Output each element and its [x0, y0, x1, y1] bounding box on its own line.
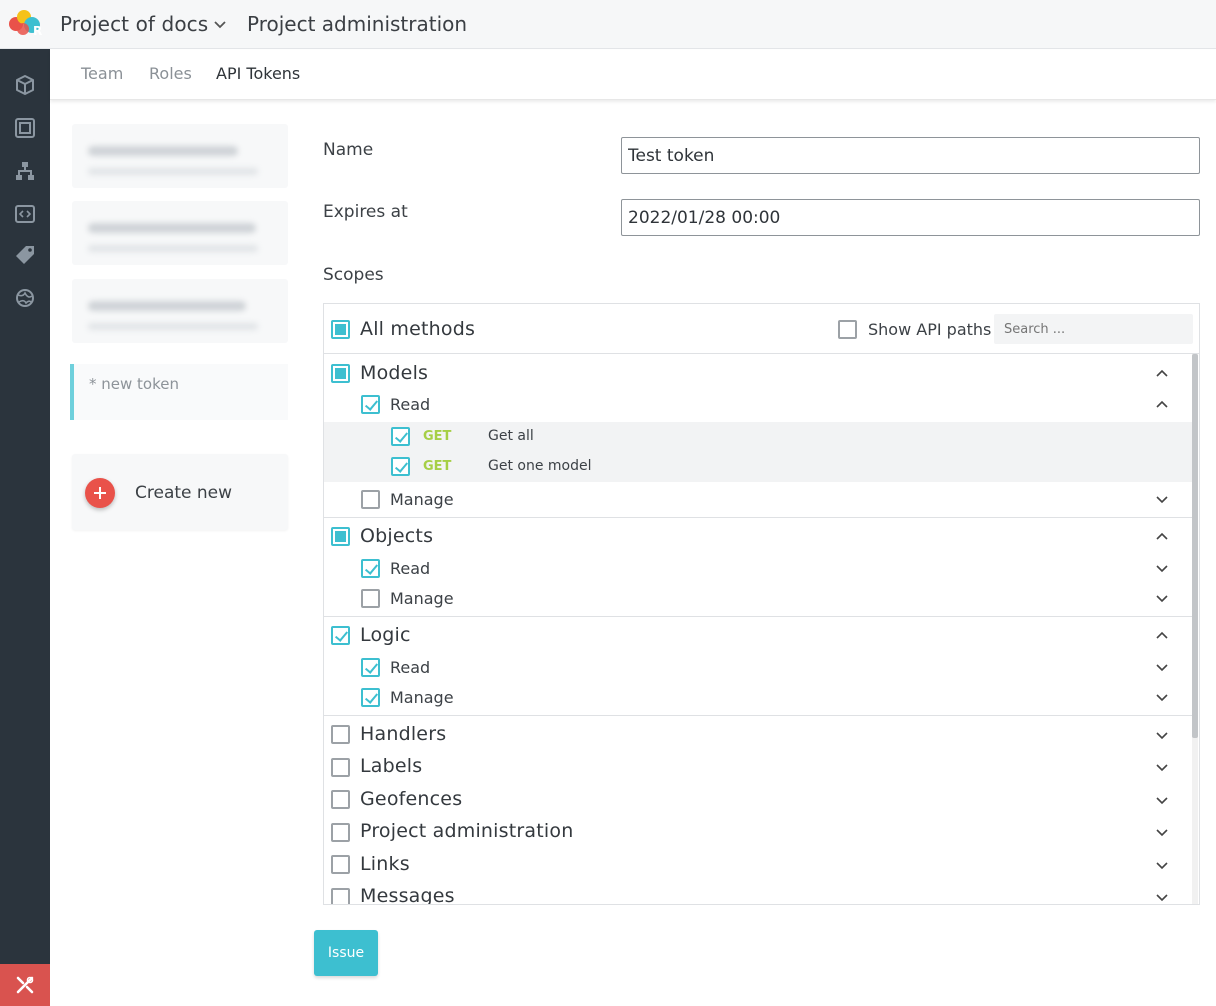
chevron-down-icon[interactable]	[1154, 824, 1170, 840]
models-manage-label: Manage	[390, 490, 454, 509]
objects-checkbox[interactable]	[331, 527, 350, 546]
name-label: Name	[323, 140, 374, 160]
objects-manage-label: Manage	[390, 589, 454, 608]
all-methods-checkbox[interactable]	[331, 320, 350, 339]
plus-icon	[85, 478, 115, 508]
chevron-up-icon[interactable]	[1154, 528, 1170, 544]
sitemap-icon[interactable]	[13, 159, 37, 183]
tab-roles[interactable]: Roles	[149, 64, 192, 83]
labels-checkbox[interactable]	[331, 758, 350, 777]
expires-label: Expires at	[323, 202, 408, 222]
chevron-down-icon[interactable]	[1154, 689, 1170, 705]
method-row: GET Get one model	[324, 452, 1192, 482]
objects-label: Objects	[360, 525, 434, 547]
messages-label: Messages	[360, 885, 455, 905]
tab-bar: Team Roles API Tokens	[50, 50, 1216, 100]
code-icon[interactable]	[13, 202, 37, 226]
scopes-label: Scopes	[323, 265, 384, 285]
chevron-down-icon[interactable]	[1154, 889, 1170, 905]
chevron-down-icon[interactable]	[1154, 727, 1170, 743]
all-methods-label: All methods	[360, 318, 476, 340]
models-read-checkbox[interactable]	[361, 395, 380, 414]
method-checkbox[interactable]	[391, 427, 410, 446]
method-description: Get all	[488, 428, 534, 444]
logic-read-label: Read	[390, 658, 431, 677]
tab-team[interactable]: Team	[81, 64, 123, 83]
chevron-down-icon[interactable]	[1154, 792, 1170, 808]
tag-icon[interactable]	[13, 243, 37, 267]
show-api-paths-label: Show API paths	[868, 320, 992, 339]
objects-read-label: Read	[390, 559, 431, 578]
chevron-down-icon[interactable]	[212, 16, 228, 32]
issue-button[interactable]: Issue	[314, 930, 378, 976]
chevron-up-icon[interactable]	[1154, 396, 1170, 412]
globe-icon[interactable]	[13, 286, 37, 310]
chevron-down-icon[interactable]	[1154, 590, 1170, 606]
geofences-label: Geofences	[360, 788, 463, 810]
messages-checkbox[interactable]	[331, 888, 350, 904]
sidebar	[0, 49, 50, 1006]
show-api-paths-checkbox[interactable]	[838, 320, 857, 339]
logic-checkbox[interactable]	[331, 626, 350, 645]
logic-read-checkbox[interactable]	[361, 658, 380, 677]
token-item[interactable]	[72, 279, 288, 343]
logic-manage-label: Manage	[390, 688, 454, 707]
chevron-down-icon[interactable]	[1154, 857, 1170, 873]
models-read-label: Read	[390, 395, 431, 414]
new-token-label: * new token	[89, 375, 179, 393]
expires-at-input[interactable]	[621, 199, 1200, 236]
token-item[interactable]	[72, 124, 288, 188]
svg-text:R: R	[33, 24, 42, 38]
handlers-checkbox[interactable]	[331, 725, 350, 744]
handlers-label: Handlers	[360, 723, 447, 745]
method-checkbox[interactable]	[391, 457, 410, 476]
project-administration-checkbox[interactable]	[331, 823, 350, 842]
logic-manage-checkbox[interactable]	[361, 688, 380, 707]
chevron-up-icon[interactable]	[1154, 365, 1170, 381]
app-logo-icon[interactable]: R	[6, 8, 46, 40]
chevron-down-icon[interactable]	[1154, 491, 1170, 507]
chevron-down-icon[interactable]	[1154, 659, 1170, 675]
top-bar: R Project of docs Project administration	[0, 0, 1216, 49]
links-checkbox[interactable]	[331, 855, 350, 874]
scrollbar-thumb[interactable]	[1192, 354, 1198, 738]
http-verb-badge: GET	[423, 429, 452, 444]
logic-label: Logic	[360, 624, 411, 646]
tab-api-tokens[interactable]: API Tokens	[216, 64, 300, 83]
geofences-checkbox[interactable]	[331, 790, 350, 809]
method-row: GET Get all	[324, 422, 1192, 452]
token-item-new[interactable]: * new token	[70, 364, 288, 420]
chevron-down-icon[interactable]	[1154, 759, 1170, 775]
objects-manage-checkbox[interactable]	[361, 589, 380, 608]
create-new-label: Create new	[135, 483, 233, 503]
models-manage-checkbox[interactable]	[361, 490, 380, 509]
models-label: Models	[360, 362, 429, 384]
chevron-down-icon[interactable]	[1154, 560, 1170, 576]
project-administration-label: Project administration	[360, 820, 574, 842]
project-selector[interactable]: Project of docs	[60, 12, 208, 36]
scopes-search-input[interactable]	[994, 314, 1193, 344]
chevron-up-icon[interactable]	[1154, 627, 1170, 643]
labels-label: Labels	[360, 755, 423, 777]
create-new-button[interactable]: Create new	[72, 454, 288, 530]
objects-read-checkbox[interactable]	[361, 559, 380, 578]
http-verb-badge: GET	[423, 459, 452, 474]
frame-icon[interactable]	[13, 116, 37, 140]
models-checkbox[interactable]	[331, 364, 350, 383]
tools-icon	[16, 976, 34, 994]
tools-button[interactable]	[0, 964, 50, 1006]
page-title: Project administration	[247, 12, 468, 36]
name-input[interactable]	[621, 137, 1200, 174]
method-description: Get one model	[488, 458, 592, 474]
token-item[interactable]	[72, 201, 288, 265]
links-label: Links	[360, 853, 410, 875]
cube-icon[interactable]	[13, 73, 37, 97]
scopes-panel: All methods Show API paths Models Read G…	[323, 303, 1200, 905]
scopes-header: All methods Show API paths	[324, 304, 1199, 354]
